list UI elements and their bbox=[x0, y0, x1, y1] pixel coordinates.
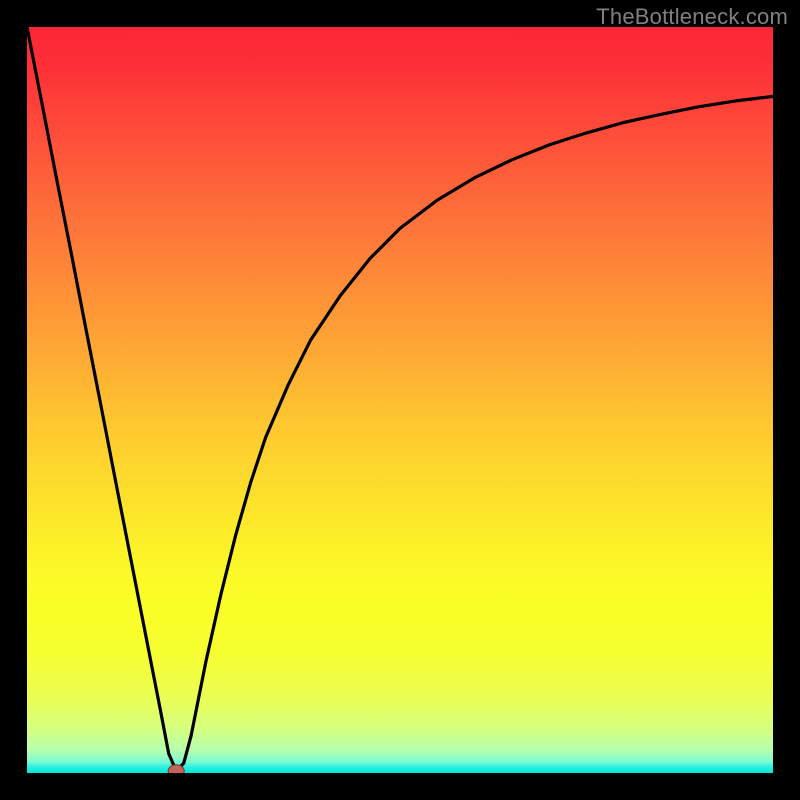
chart-frame: TheBottleneck.com bbox=[0, 0, 800, 800]
bottleneck-curve bbox=[27, 27, 773, 771]
minimum-marker bbox=[168, 765, 184, 773]
plot-area bbox=[27, 27, 773, 773]
curve-svg bbox=[27, 27, 773, 773]
